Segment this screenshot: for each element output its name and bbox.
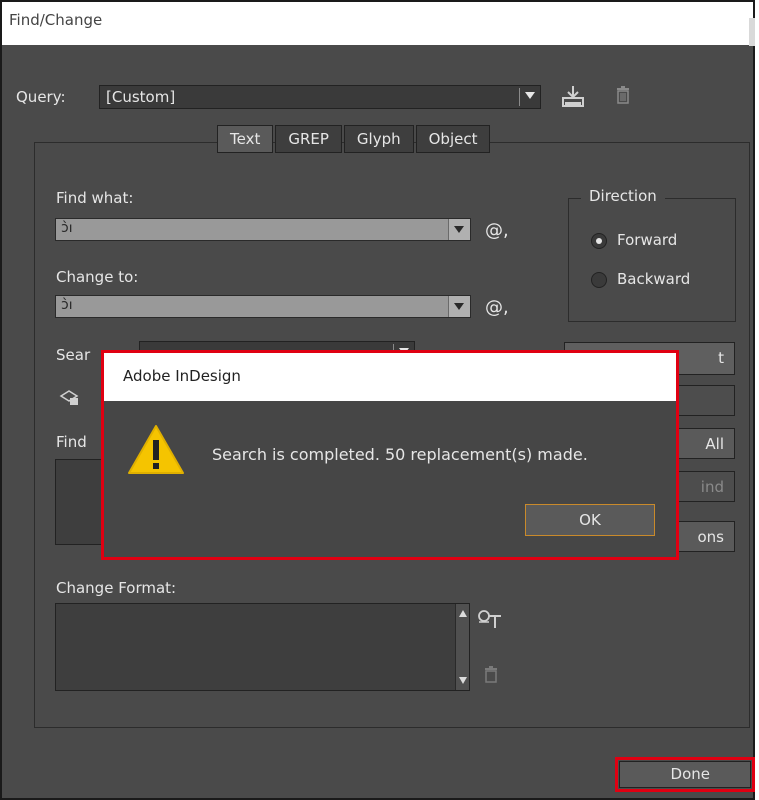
change-to-dropdown-button[interactable] bbox=[448, 296, 470, 317]
save-query-icon[interactable] bbox=[561, 84, 587, 108]
backward-label: Backward bbox=[617, 270, 691, 288]
change-all-label: All bbox=[705, 435, 724, 453]
chevron-down-icon bbox=[454, 303, 464, 310]
chevron-down-icon bbox=[525, 92, 535, 99]
fewer-options-label: ons bbox=[697, 528, 725, 546]
forward-radio[interactable] bbox=[591, 233, 607, 249]
clear-attributes-icon[interactable] bbox=[483, 665, 499, 685]
specify-attributes-icon[interactable] bbox=[477, 608, 503, 630]
find-format-label: Find bbox=[56, 433, 87, 451]
scroll-down-icon[interactable] bbox=[459, 677, 467, 684]
scroll-up-icon[interactable] bbox=[459, 610, 467, 617]
forward-label: Forward bbox=[617, 231, 678, 249]
title-bar: Find/Change bbox=[2, 2, 755, 46]
change-format-box[interactable] bbox=[55, 603, 470, 691]
change-format-scrollbar[interactable] bbox=[455, 604, 469, 690]
change-find-label: ind bbox=[700, 478, 724, 496]
warning-icon bbox=[128, 425, 184, 474]
special-characters-icon[interactable]: @, bbox=[485, 220, 509, 241]
alert-body: Search is completed. 50 replacement(s) m… bbox=[104, 401, 676, 557]
ok-button[interactable]: OK bbox=[525, 504, 655, 536]
query-value: [Custom] bbox=[106, 88, 176, 106]
tab-glyph[interactable]: Glyph bbox=[343, 125, 414, 153]
find-what-label: Find what: bbox=[56, 189, 134, 207]
tab-text[interactable]: Text bbox=[217, 125, 274, 153]
alert-dialog: Adobe InDesign Search is completed. 50 r… bbox=[101, 350, 679, 560]
tab-bar: Text GREP Glyph Object bbox=[217, 125, 492, 153]
change-format-label: Change Format: bbox=[56, 579, 177, 597]
include-locked-layers-icon[interactable] bbox=[59, 388, 81, 406]
find-next-label: t bbox=[718, 349, 724, 367]
direction-group: Direction Forward Backward bbox=[568, 187, 736, 322]
tab-object[interactable]: Object bbox=[415, 125, 491, 153]
alert-title: Adobe InDesign bbox=[104, 353, 676, 401]
find-what-field[interactable]: ↄ̀ו bbox=[55, 218, 471, 241]
change-to-field[interactable]: ↄ̀ו bbox=[55, 295, 471, 318]
change-to-label: Change to: bbox=[56, 268, 139, 286]
find-what-dropdown-button[interactable] bbox=[448, 219, 470, 240]
find-what-value: ↄ̀ו bbox=[61, 220, 73, 236]
done-highlight-box bbox=[615, 757, 755, 792]
change-to-value: ↄ̀ו bbox=[61, 297, 73, 313]
search-label: Sear bbox=[56, 346, 91, 364]
dropdown-separator bbox=[519, 88, 520, 106]
query-dropdown[interactable]: [Custom] bbox=[99, 85, 541, 109]
delete-query-icon[interactable] bbox=[614, 85, 634, 107]
titlebar-edge bbox=[749, 18, 755, 46]
backward-radio[interactable] bbox=[591, 272, 607, 288]
tab-grep[interactable]: GREP bbox=[275, 125, 342, 153]
query-label: Query: bbox=[16, 88, 66, 106]
chevron-down-icon bbox=[454, 226, 464, 233]
special-characters-icon[interactable]: @, bbox=[485, 297, 509, 318]
alert-message: Search is completed. 50 replacement(s) m… bbox=[212, 445, 588, 464]
find-change-window: Find/Change Query: [Custom] Text GREP Gl… bbox=[0, 0, 759, 800]
window-title: Find/Change bbox=[9, 11, 103, 29]
direction-legend: Direction bbox=[581, 187, 665, 205]
